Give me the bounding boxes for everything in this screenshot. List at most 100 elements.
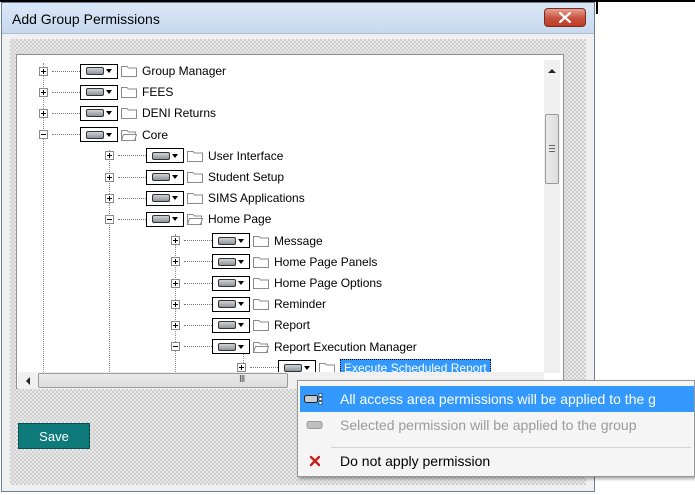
dropdown-arrow-icon	[172, 217, 178, 222]
close-button[interactable]	[544, 8, 586, 27]
tree-node[interactable]: SIMS Applications	[105, 188, 305, 208]
folder-icon	[187, 192, 203, 205]
permission-level-icon	[86, 130, 104, 139]
permission-dropdown-button[interactable]	[80, 63, 118, 79]
tree-connector	[184, 282, 212, 284]
window-title: Add Group Permissions	[12, 11, 160, 27]
permission-dropdown-button[interactable]	[146, 190, 184, 206]
tree-connector	[118, 176, 146, 178]
dropdown-arrow-icon	[106, 90, 112, 95]
scroll-grip: III	[239, 374, 245, 385]
dropdown-arrow-icon	[106, 69, 112, 73]
tree-node[interactable]: Report Execution Manager	[171, 337, 417, 357]
permission-dropdown-button[interactable]	[212, 233, 250, 249]
tree-connector	[52, 134, 80, 136]
tree-node-label[interactable]: Home Page Panels	[274, 255, 377, 269]
permission-level-icon	[152, 173, 170, 181]
expand-icon[interactable]	[105, 193, 114, 203]
folder-icon	[187, 150, 203, 162]
expand-icon[interactable]	[171, 320, 180, 330]
permission-level-icon	[152, 215, 170, 224]
folder-icon	[253, 256, 269, 268]
dropdown-arrow-icon	[172, 175, 178, 179]
permission-dropdown-button[interactable]	[212, 296, 250, 312]
tree-node-label[interactable]: User Interface	[208, 149, 283, 163]
permission-level-icon	[86, 109, 104, 118]
folder-icon	[187, 171, 203, 183]
tree-node-label[interactable]: Core	[142, 128, 168, 142]
permission-dropdown-button[interactable]	[212, 254, 250, 270]
tree-node-label[interactable]: Student Setup	[208, 170, 284, 184]
tree-node[interactable]: Reminder	[171, 294, 326, 314]
tree-node-label[interactable]: SIMS Applications	[208, 191, 305, 205]
tree-node-label[interactable]: Reminder	[274, 297, 326, 311]
expand-icon[interactable]	[171, 257, 180, 267]
scroll-up-arrow-icon[interactable]	[544, 64, 560, 78]
collapse-icon[interactable]	[39, 130, 48, 140]
menu-item-all-access[interactable]: All access area permissions will be appl…	[300, 386, 694, 412]
tree-node[interactable]: Student Setup	[105, 167, 284, 187]
vertical-scroll-thumb[interactable]	[545, 114, 559, 184]
tree-connector	[118, 155, 146, 157]
tree-connector	[52, 91, 80, 93]
tree-node[interactable]: User Interface	[105, 146, 283, 166]
tree-node[interactable]: Home Page	[105, 209, 271, 229]
expand-icon[interactable]	[105, 151, 114, 161]
tree-node[interactable]: DENI Returns	[39, 103, 216, 123]
dropdown-arrow-icon	[238, 238, 244, 243]
horizontal-scroll-thumb[interactable]: III	[38, 373, 288, 388]
permission-dropdown-button[interactable]	[212, 317, 250, 333]
tree-node-label[interactable]: Message	[274, 234, 323, 248]
tree-connector	[184, 240, 212, 242]
permission-dropdown-button[interactable]	[80, 127, 118, 143]
tree-connector	[52, 112, 80, 114]
tree-node-label[interactable]: Home Page	[208, 212, 271, 226]
dropdown-arrow-icon	[238, 302, 244, 307]
tree-node[interactable]: Group Manager	[39, 61, 226, 81]
dropdown-arrow-icon	[238, 259, 244, 264]
permission-level-icon	[218, 257, 236, 266]
menu-item-selected-permission[interactable]: Selected permission will be applied to t…	[300, 412, 694, 438]
expand-icon[interactable]	[171, 299, 180, 309]
tree-node-label[interactable]: DENI Returns	[142, 106, 216, 120]
collapse-icon[interactable]	[171, 342, 180, 352]
tree-node-label[interactable]: Report	[274, 318, 310, 332]
permission-level-icon	[152, 194, 170, 203]
title-bar: Add Group Permissions	[2, 3, 594, 34]
tree-node-label[interactable]: Home Page Options	[274, 276, 382, 290]
tree-node-label[interactable]: FEES	[142, 85, 173, 99]
expand-icon[interactable]	[171, 278, 180, 288]
tree-node[interactable]: Report	[171, 315, 310, 335]
tree-node[interactable]: FEES	[39, 82, 173, 102]
folder-icon	[121, 65, 137, 77]
collapse-icon[interactable]	[105, 214, 114, 224]
tree-connector	[250, 367, 278, 369]
tree-node-label[interactable]: Report Execution Manager	[274, 340, 417, 354]
expand-icon[interactable]	[39, 66, 48, 76]
permission-dropdown-button[interactable]	[146, 211, 184, 227]
tree-node[interactable]: Home Page Panels	[171, 252, 377, 272]
tree-node-label[interactable]: Group Manager	[142, 64, 226, 78]
save-button[interactable]: Save	[18, 423, 90, 449]
permission-dropdown-button[interactable]	[212, 275, 250, 291]
tree-node[interactable]: Core	[39, 125, 168, 145]
permission-dropdown-button[interactable]	[212, 339, 250, 355]
expand-icon[interactable]	[105, 172, 114, 182]
permission-dropdown-button[interactable]	[146, 148, 184, 164]
menu-item-do-not-apply[interactable]: Do not apply permission	[300, 448, 694, 474]
expand-icon[interactable]	[237, 363, 246, 373]
permission-dropdown-button[interactable]	[80, 84, 118, 100]
permission-dropdown-button[interactable]	[80, 105, 118, 121]
permission-dropdown-button[interactable]	[146, 169, 184, 185]
scroll-left-arrow-icon[interactable]	[22, 373, 34, 389]
expand-icon[interactable]	[39, 108, 48, 118]
tree-node[interactable]: Message	[171, 231, 323, 251]
all-access-icon	[300, 393, 330, 405]
tree-node[interactable]: Home Page Options	[171, 273, 382, 293]
expand-icon[interactable]	[171, 236, 180, 246]
permission-level-icon	[218, 321, 236, 330]
vertical-scrollbar[interactable]	[544, 60, 560, 373]
tree-connector	[184, 324, 212, 326]
expand-icon[interactable]	[39, 87, 48, 97]
tree-connector	[52, 70, 80, 72]
